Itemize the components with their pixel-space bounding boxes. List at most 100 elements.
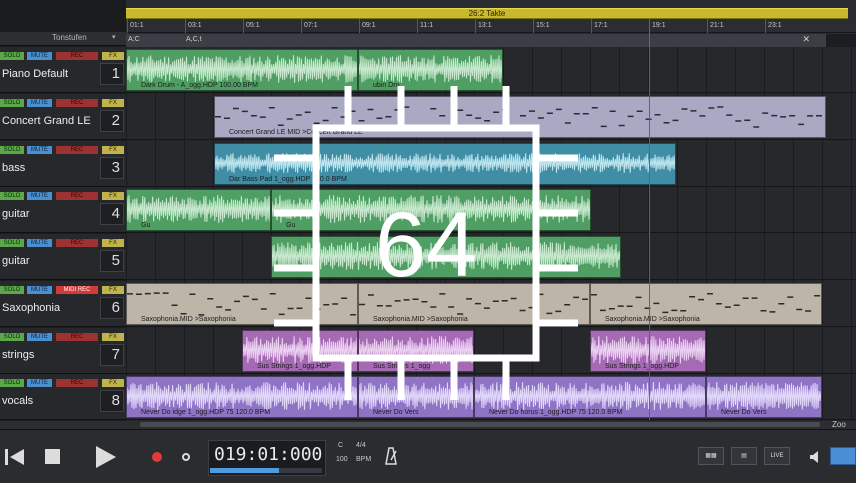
horizontal-scrollbar[interactable] (140, 422, 820, 427)
fx-button[interactable]: FX (102, 379, 124, 388)
ruler-bar-label: 17:1 (594, 22, 608, 29)
timeline-ruler[interactable]: 01:1 03:1 05:1 07:1 09:1 11:1 13:1 15:1 17:1 19:1… (126, 19, 856, 33)
track-headers: SOLO MUTE REC FX Piano Default 1 SOLO MUTE REC FX… (0, 47, 126, 421)
mixer-button[interactable]: ▦▦ (698, 447, 724, 465)
solo-button[interactable]: SOLO (0, 52, 24, 60)
record-arm-button[interactable]: REC (56, 98, 98, 107)
ruler-tick (765, 19, 766, 33)
mute-button[interactable]: MUTE (27, 332, 52, 341)
time-signature: 4/4 (356, 442, 366, 449)
waveform (707, 382, 821, 411)
solo-button[interactable]: SOLO (0, 379, 24, 388)
audio-clip[interactable]: Saxophonia.MID >Saxophonia (590, 282, 822, 325)
track-number: 2 (111, 111, 120, 129)
clip-label: Never Do idge 1_ogg.HDP 75 120.0 BPM (141, 409, 271, 417)
fx-button[interactable]: FX (102, 145, 124, 154)
solo-button[interactable]: SOLO (0, 98, 24, 107)
mute-button[interactable]: MUTE (27, 239, 52, 247)
ruler-tick (707, 19, 708, 33)
record-arm-button[interactable]: REC (56, 379, 98, 388)
track-number: 4 (111, 205, 120, 223)
audio-clip[interactable]: Never Do Vers (706, 376, 822, 419)
grid-line (155, 47, 156, 421)
fx-button[interactable]: FX (102, 192, 124, 201)
grid-line (126, 47, 127, 421)
record-icon[interactable] (150, 450, 164, 464)
fx-button[interactable]: FX (102, 239, 124, 247)
track-header[interactable]: SOLO MUTE REC FX strings 7 (0, 327, 126, 374)
tempo-signature[interactable]: C 4/4 100 BPM (330, 440, 376, 476)
live-button[interactable]: LIVE (764, 447, 790, 465)
gear-icon[interactable] (180, 451, 192, 463)
time-display: 019:01:000 (214, 444, 323, 465)
ruler-bar-label: 15:1 (536, 22, 550, 29)
loop-range-bar[interactable]: 26:2 Takte (126, 8, 848, 19)
metronome-icon[interactable] (382, 446, 400, 466)
audio-clip[interactable]: Gu (126, 189, 271, 232)
playhead[interactable] (649, 20, 650, 420)
play-icon[interactable] (94, 444, 118, 470)
track-name[interactable]: bass (2, 162, 25, 174)
cpu-label: 64 (375, 194, 477, 296)
skip-back-icon[interactable] (4, 447, 26, 467)
volume-slider[interactable] (830, 447, 856, 465)
fx-button[interactable]: FX (102, 285, 124, 294)
track-header[interactable]: SOLO MUTE REC FX bass 3 (0, 140, 126, 187)
audio-clip[interactable]: Sus Strings 1_ogg.HDP (590, 329, 706, 372)
fx-button[interactable]: FX (102, 332, 124, 341)
clip-label: Never Do horus 1_ogg.HDP 75 120.0 BPM (489, 409, 623, 417)
tempo-value: 100 (336, 456, 348, 463)
solo-button[interactable]: SOLO (0, 332, 24, 341)
ruler-tick (301, 19, 302, 33)
ruler-bar-label: 23:1 (768, 22, 782, 29)
solo-button[interactable]: SOLO (0, 285, 24, 294)
track-number: 5 (111, 252, 120, 269)
mute-button[interactable]: MUTE (27, 285, 52, 294)
track-header[interactable]: SOLO MUTE REC FX vocals 8 (0, 374, 126, 421)
record-arm-button[interactable]: REC (56, 239, 98, 247)
solo-button[interactable]: SOLO (0, 145, 24, 154)
record-arm-button[interactable]: REC (56, 52, 98, 60)
record-arm-button[interactable]: REC (56, 332, 98, 341)
track-name[interactable]: strings (2, 349, 34, 361)
track-header[interactable]: SOLO MUTE REC FX guitar 4 (0, 187, 126, 234)
marker-label[interactable]: A:C (128, 36, 140, 43)
track-name[interactable]: Saxophonia (2, 302, 60, 314)
track-name[interactable]: Piano Default (2, 68, 68, 80)
track-label-dropdown[interactable]: Tonstufen ▾ (0, 32, 126, 46)
marker-label[interactable]: A,C,t (186, 36, 202, 43)
clip-label: Saxophonia.MID >Saxophonia (605, 315, 700, 323)
mute-button[interactable]: MUTE (27, 52, 52, 60)
track-header[interactable]: SOLO MUTE REC FX guitar 5 (0, 234, 126, 280)
keyboard-button[interactable]: ▤ (731, 447, 757, 465)
track-name[interactable]: guitar (2, 208, 30, 220)
track-header[interactable]: SOLO MUTE REC FX Piano Default 1 (0, 47, 126, 93)
record-arm-button[interactable]: MIDI REC (56, 285, 98, 294)
track-name[interactable]: vocals (2, 395, 33, 407)
ruler-tick (185, 19, 186, 33)
close-icon[interactable]: ✕ (802, 34, 810, 45)
clip-label: Sus Strings 1_ogg.HDP (605, 362, 679, 370)
grid-line (851, 47, 852, 421)
record-arm-button[interactable]: REC (56, 192, 98, 201)
ruler-tick (127, 19, 128, 33)
record-arm-button[interactable]: REC (56, 145, 98, 154)
mute-button[interactable]: MUTE (27, 379, 52, 388)
ruler-tick (533, 19, 534, 33)
track-header[interactable]: SOLO MUTE REC FX Concert Grand LE 2 (0, 93, 126, 140)
mute-button[interactable]: MUTE (27, 192, 52, 201)
solo-button[interactable]: SOLO (0, 192, 24, 201)
fx-button[interactable]: FX (102, 98, 124, 107)
track-header[interactable]: SOLO MUTE MIDI REC FX Saxophonia 6 (0, 280, 126, 327)
stop-icon[interactable] (44, 448, 62, 466)
solo-button[interactable]: SOLO (0, 239, 24, 247)
speaker-icon[interactable] (808, 450, 822, 464)
marker-row[interactable]: A:C A,C,t ✕ (126, 34, 826, 47)
track-name[interactable]: guitar (2, 255, 30, 267)
mute-button[interactable]: MUTE (27, 98, 52, 107)
mute-button[interactable]: MUTE (27, 145, 52, 154)
ruler-bar-label: 19:1 (652, 22, 666, 29)
fx-button[interactable]: FX (102, 52, 124, 60)
transport-bar (0, 429, 856, 483)
track-name[interactable]: Concert Grand LE (2, 115, 91, 127)
